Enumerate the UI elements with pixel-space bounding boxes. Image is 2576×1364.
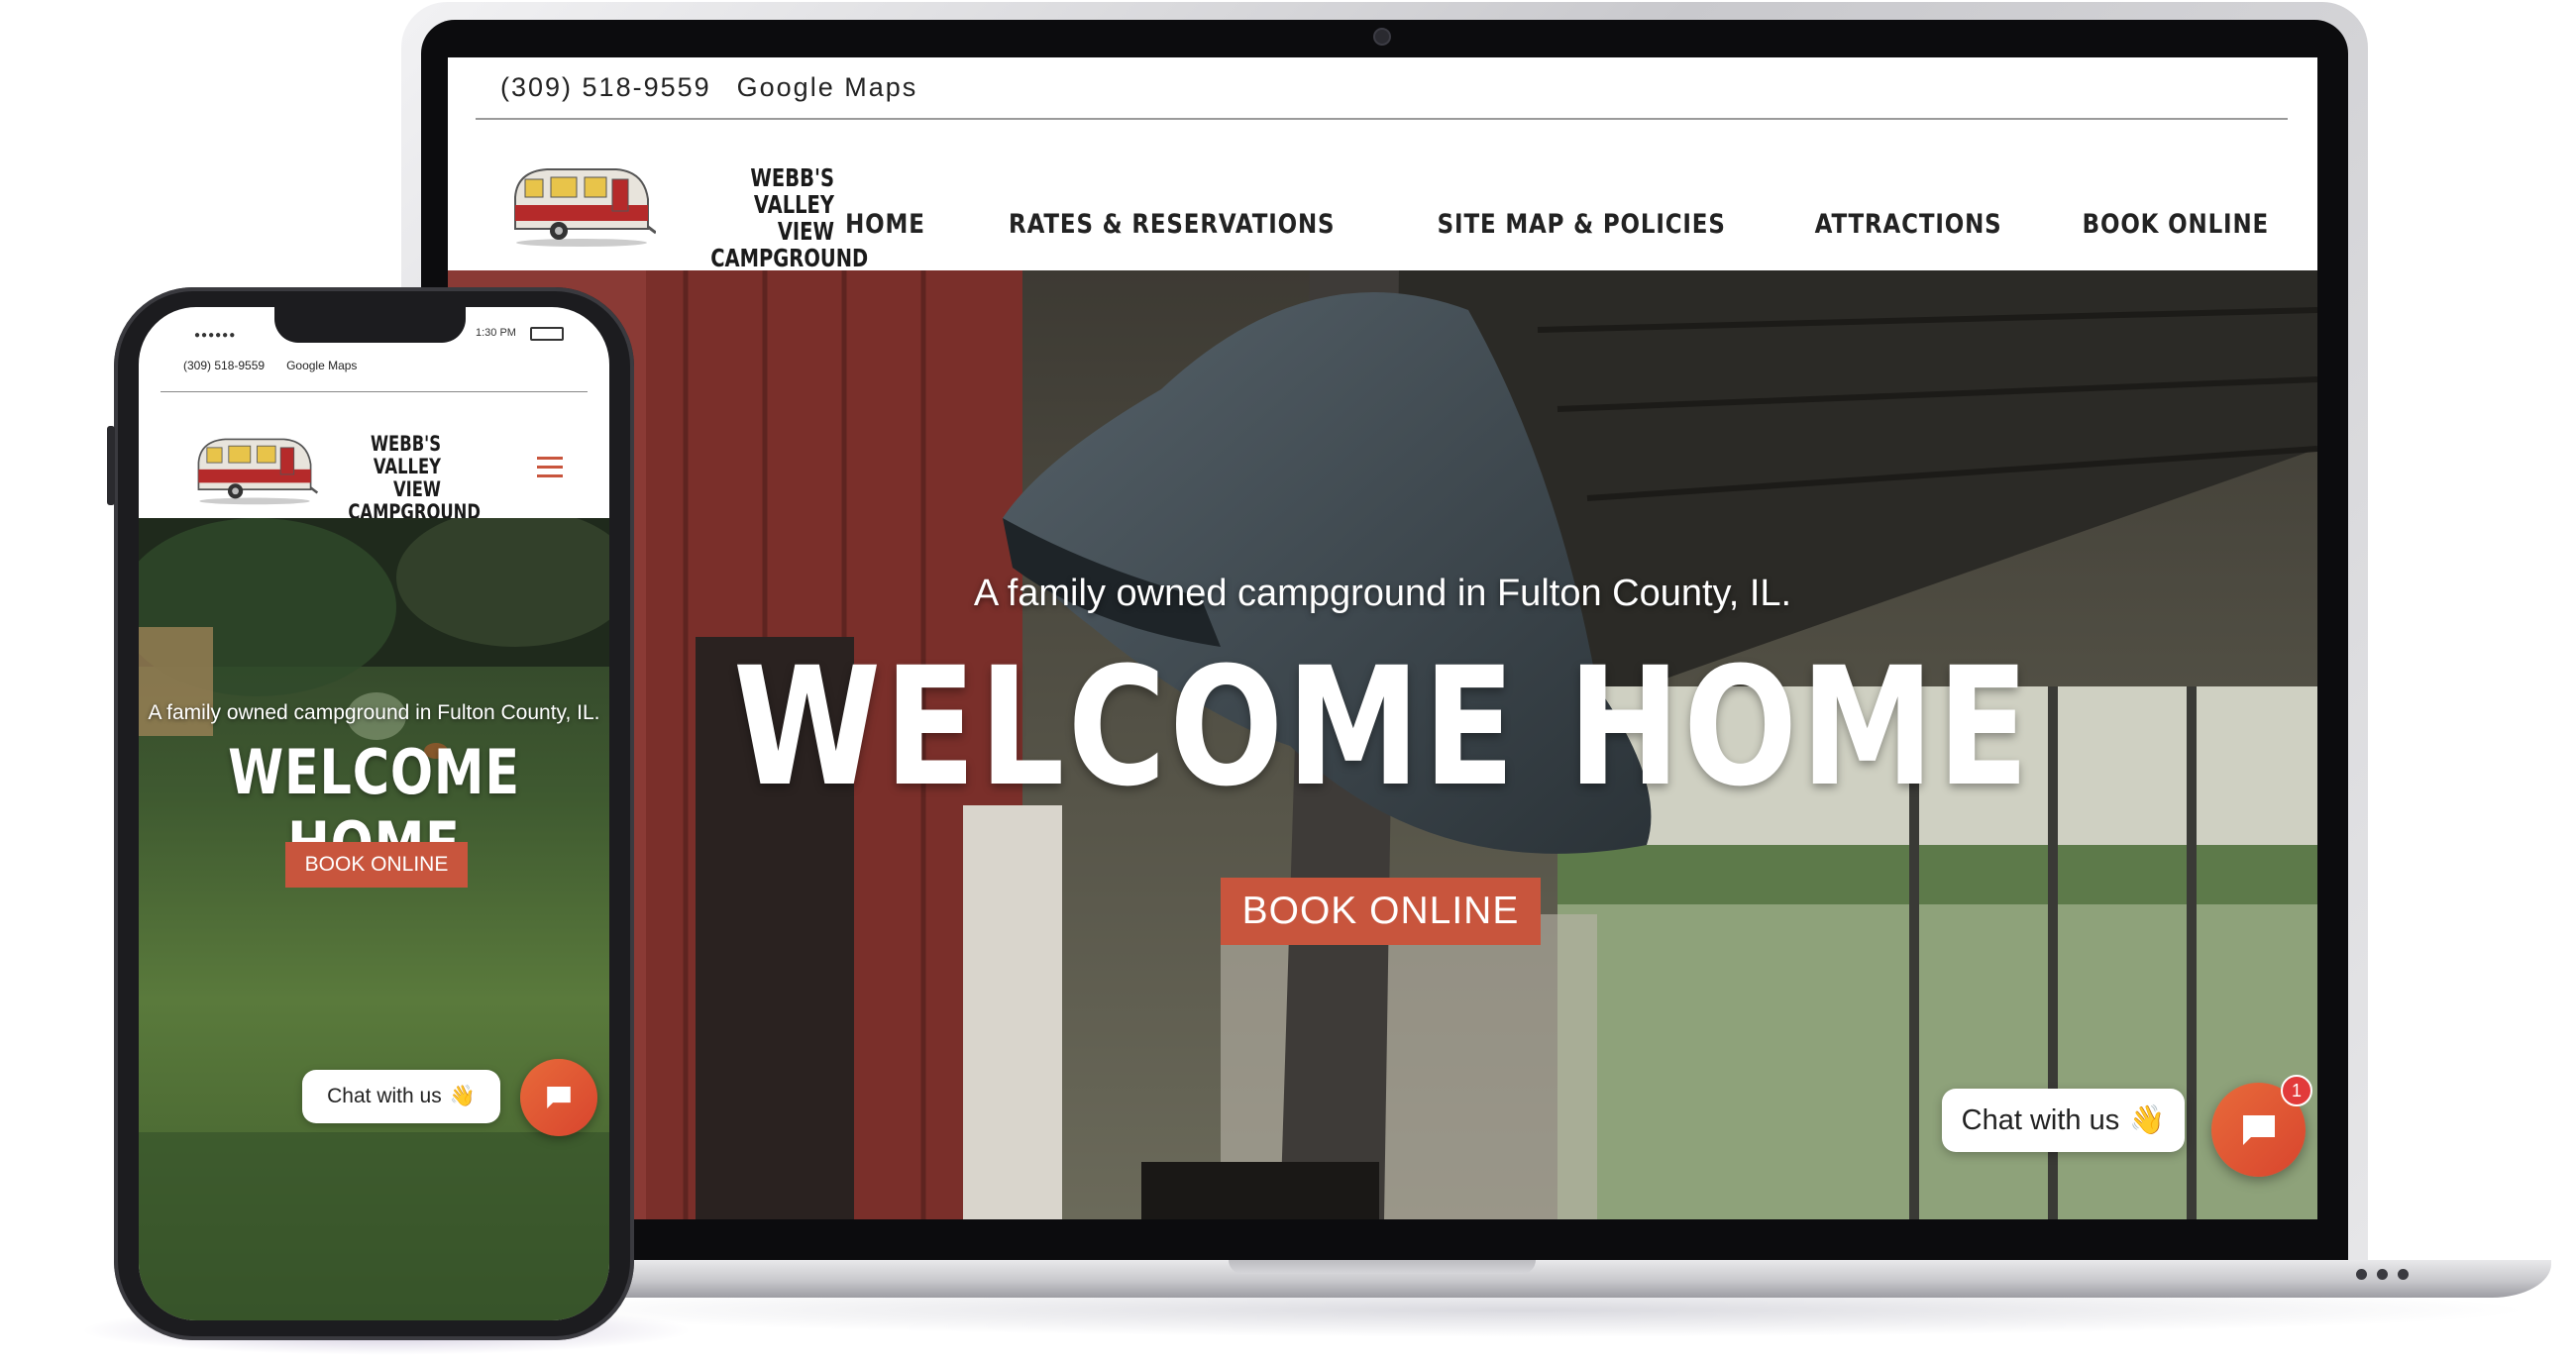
waving-hand-icon: 👋 [449,1085,476,1107]
main-nav: HOME RATES & RESERVATIONS SITE MAP & POL… [838,209,2286,240]
logo-line-2: VALLEY VIEW [373,455,441,501]
nav-rates-reservations[interactable]: RATES & RESERVATIONS [1009,209,1335,240]
chat-bubble-icon [547,1086,571,1109]
signal-icon: ●●●●●● [194,330,237,341]
hero-headline: WELCOME HOME [732,632,2033,822]
book-online-button[interactable]: BOOK ONLINE [1221,878,1541,945]
mobile-website: ●●●●●● 1:30 PM (309) 518-9559 Google Map… [139,307,609,1320]
nav-book-online[interactable]: BOOK ONLINE [2083,209,2269,240]
hero-section: A family owned campground in Fulton Coun… [448,270,2317,1219]
mobile-google-maps-link[interactable]: Google Maps [286,359,357,372]
site-logo-text[interactable]: WEBB'S VALLEY VIEW CAMPGROUND [710,163,869,272]
logo-line-2: VALLEY VIEW [753,190,834,246]
mobile-hero-background-image [139,518,609,1320]
nav-site-map-policies[interactable]: SITE MAP & POLICIES [1437,209,1725,240]
chat-label: Chat with us [1961,1103,2120,1136]
status-time: 1:30 PM [476,327,516,339]
battery-icon [530,327,564,341]
logo-line-1: WEBB'S [750,163,834,192]
chat-with-us-pill[interactable]: Chat with us 👋 [1942,1089,2185,1152]
mobile-hero-section: A family owned campground in Fulton Coun… [139,518,609,1320]
logo-line-1: WEBB'S [370,432,441,456]
laptop-indicator-dots [2356,1269,2409,1280]
nav-home[interactable]: HOME [845,209,925,240]
mobile-contact-bar: (309) 518-9559 Google Maps [183,359,357,372]
top-contact-bar: (309) 518-9559 Google Maps [448,57,2317,117]
phone-link[interactable]: (309) 518-9559 [500,72,711,103]
chat-label: Chat with us [327,1085,442,1107]
mobile-logo-text[interactable]: WEBB'S VALLEY VIEW CAMPGROUND [348,432,481,524]
phone-notch [274,307,466,343]
nav-attractions[interactable]: ATTRACTIONS [1815,209,2002,240]
desktop-website: (309) 518-9559 Google Maps WEBB'S VALLEY… [448,57,2317,1219]
laptop-camera [1373,28,1391,46]
hamburger-menu-icon[interactable] [537,457,563,483]
camper-trailer-logo[interactable] [190,431,319,506]
mobile-divider [161,391,588,392]
waving-hand-icon: 👋 [2129,1104,2166,1136]
mobile-book-online-button[interactable]: BOOK ONLINE [285,842,468,888]
notification-badge: 1 [2281,1075,2312,1106]
laptop-opening-notch [1229,1260,1536,1274]
mobile-phone-link[interactable]: (309) 518-9559 [183,359,265,372]
hero-tagline: A family owned campground in Fulton Coun… [973,573,1792,614]
mobile-chat-launcher-button[interactable] [520,1059,597,1136]
logo-line-3: CAMPGROUND [710,244,869,272]
mobile-hero-tagline: A family owned campground in Fulton Coun… [148,701,600,724]
phone-side-button [107,426,115,505]
camper-trailer-logo[interactable] [507,159,656,249]
google-maps-link[interactable]: Google Maps [737,72,918,103]
mobile-chat-with-us-pill[interactable]: Chat with us 👋 [302,1070,500,1123]
chat-bubble-icon [2242,1114,2275,1145]
